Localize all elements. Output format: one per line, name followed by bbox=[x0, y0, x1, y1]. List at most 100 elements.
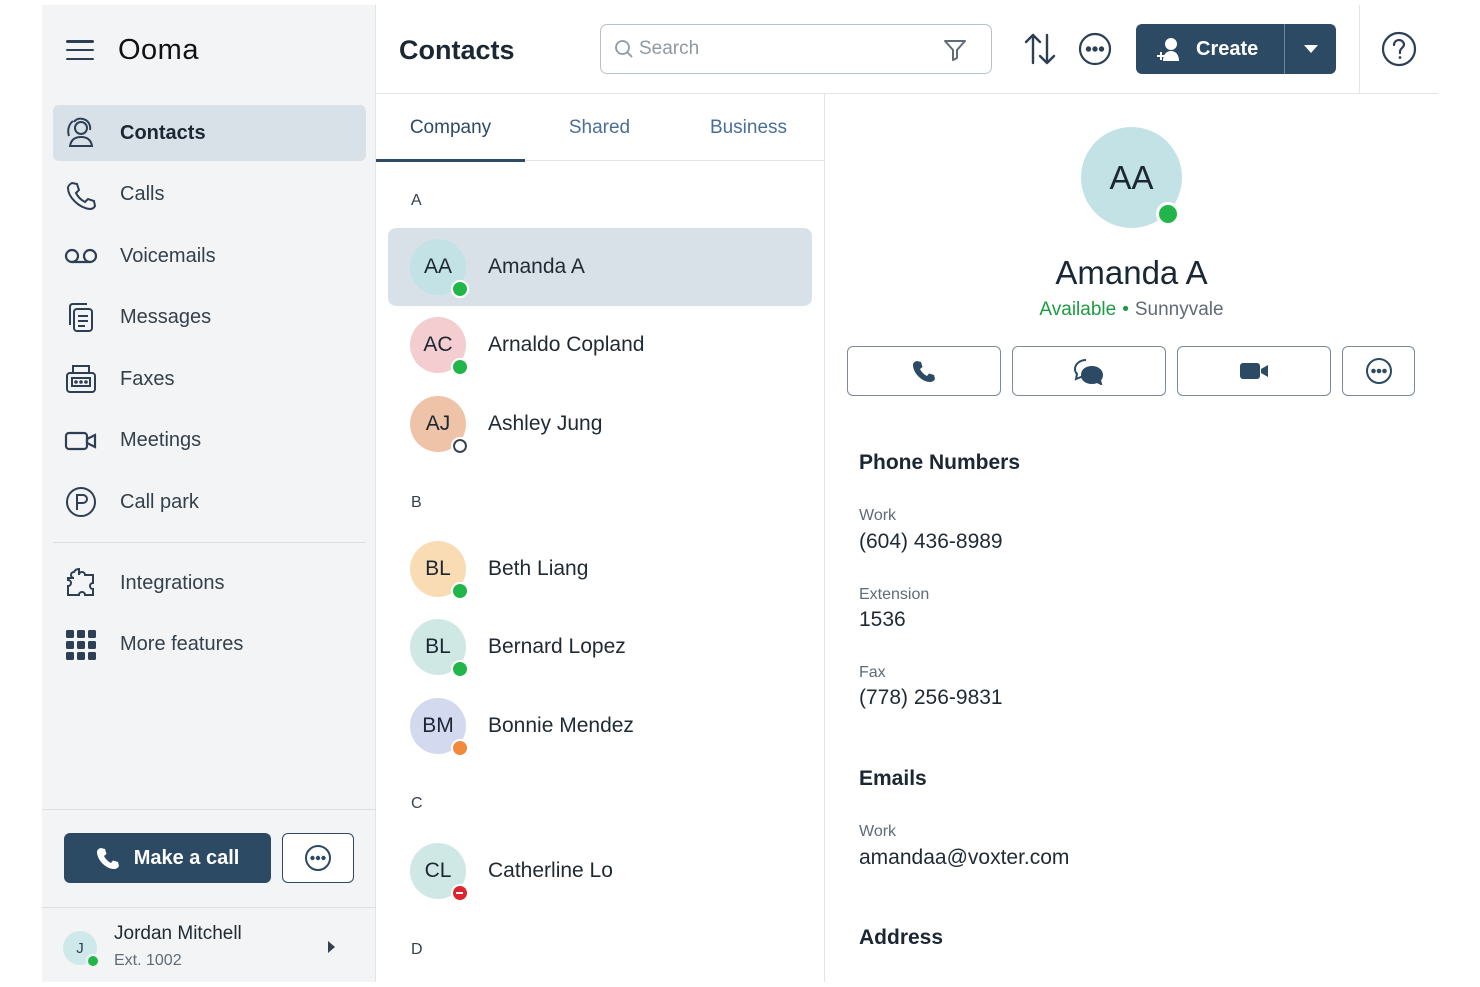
contact-row[interactable]: AA Amanda A bbox=[388, 228, 812, 306]
avatar-initials: AA bbox=[423, 255, 452, 278]
user-extension: Ext. 1002 bbox=[114, 952, 182, 969]
sidebar-item-faxes[interactable]: Faxes bbox=[53, 351, 366, 407]
avatar-initials: CL bbox=[424, 859, 452, 882]
contact-name: Amanda A bbox=[488, 255, 585, 278]
section-header: A bbox=[411, 192, 422, 209]
sidebar-item-label: Messages bbox=[120, 306, 212, 328]
sidebar-item-contacts[interactable]: Contacts bbox=[53, 105, 366, 161]
status-available-indicator bbox=[451, 582, 469, 600]
call-button[interactable] bbox=[847, 346, 1001, 396]
messages-icon bbox=[63, 300, 99, 336]
phone-icon bbox=[63, 177, 99, 213]
brand-logo: Ooma bbox=[118, 33, 199, 66]
status-offline-indicator bbox=[451, 437, 469, 455]
status-available-indicator bbox=[86, 954, 100, 968]
avatar: AJ bbox=[410, 396, 469, 455]
sidebar-item-more-features[interactable]: More features bbox=[53, 617, 366, 673]
email-value[interactable]: amandaa@voxter.com bbox=[859, 846, 1069, 870]
sidebar-item-voicemails[interactable]: Voicemails bbox=[53, 228, 366, 284]
create-dropdown-toggle[interactable] bbox=[1285, 45, 1336, 53]
tab-business[interactable]: Business bbox=[674, 94, 823, 161]
create-button[interactable]: Create bbox=[1136, 24, 1285, 74]
search-box[interactable] bbox=[600, 24, 992, 74]
contacts-icon bbox=[63, 115, 99, 151]
sidebar-item-label: Integrations bbox=[120, 571, 225, 594]
more-options-icon[interactable] bbox=[1078, 32, 1112, 66]
help-icon[interactable] bbox=[1381, 31, 1417, 67]
current-user-bar[interactable]: J Jordan Mitchell Ext. 1002 bbox=[42, 907, 376, 982]
sidebar-divider bbox=[53, 542, 366, 543]
contact-row[interactable]: AJ Ashley Jung bbox=[388, 385, 812, 463]
avatar: BL bbox=[410, 619, 469, 678]
extension-value: 1536 bbox=[859, 608, 906, 631]
work-phone-value[interactable]: (604) 436-8989 bbox=[859, 530, 1003, 554]
section-header: B bbox=[411, 494, 422, 511]
grid-icon bbox=[63, 627, 99, 663]
sidebar-item-meetings[interactable]: Meetings bbox=[53, 413, 366, 469]
avatar: BL bbox=[410, 541, 469, 600]
tab-shared[interactable]: Shared bbox=[525, 94, 674, 161]
fax-value: (778) 256-9831 bbox=[859, 686, 1003, 709]
video-call-button[interactable] bbox=[1177, 346, 1331, 396]
message-button[interactable] bbox=[1012, 346, 1166, 396]
more-options-icon bbox=[1365, 358, 1392, 384]
sidebar-item-label: Meetings bbox=[120, 429, 202, 451]
email-label: Work bbox=[859, 823, 897, 840]
sidebar-item-integrations[interactable]: Integrations bbox=[53, 555, 366, 611]
app-window: Ooma Contacts Calls Voicemails Messages … bbox=[42, 5, 1438, 982]
contact-name: Arnaldo Copland bbox=[488, 333, 645, 356]
status-do-not-disturb-indicator bbox=[451, 884, 469, 902]
status-available-indicator bbox=[451, 280, 469, 298]
sidebar-item-messages[interactable]: Messages bbox=[53, 290, 366, 346]
sidebar-item-label: Faxes bbox=[120, 367, 175, 390]
avatar: BM bbox=[410, 698, 469, 757]
status-separator: • bbox=[1122, 299, 1129, 320]
phone-numbers-heading: Phone Numbers bbox=[859, 451, 1021, 474]
sidebar-more-button[interactable] bbox=[282, 833, 354, 883]
sidebar-item-label: Voicemails bbox=[120, 244, 216, 267]
sidebar-item-calls[interactable]: Calls bbox=[53, 167, 366, 223]
location-text: Sunnyvale bbox=[1134, 299, 1224, 320]
avatar-initials: AC bbox=[423, 333, 453, 356]
header-divider bbox=[1359, 5, 1360, 94]
avatar: J bbox=[63, 931, 100, 968]
contact-list-pane: Company Shared Business A AA Amanda A AC… bbox=[376, 94, 825, 982]
contact-row[interactable]: CL Catherline Lo bbox=[388, 832, 812, 910]
create-split-button: Create bbox=[1136, 24, 1336, 74]
add-contact-icon bbox=[1157, 38, 1179, 61]
avatar-initials: AJ bbox=[425, 412, 451, 435]
filter-icon[interactable] bbox=[943, 38, 967, 62]
avatar: AA bbox=[410, 239, 469, 298]
contact-row[interactable]: AC Arnaldo Copland bbox=[388, 306, 812, 384]
contact-name-heading: Amanda A bbox=[1055, 254, 1208, 291]
chevron-right-icon[interactable] bbox=[328, 941, 335, 953]
sidebar-item-label: Call park bbox=[120, 490, 199, 513]
contact-row[interactable]: BL Beth Liang bbox=[388, 530, 812, 608]
tab-company[interactable]: Company bbox=[376, 94, 525, 162]
sidebar: Ooma Contacts Calls Voicemails Messages … bbox=[42, 5, 376, 982]
hamburger-menu-icon[interactable] bbox=[66, 40, 94, 60]
make-call-button[interactable]: Make a call bbox=[64, 833, 271, 883]
contact-row[interactable]: BM Bonnie Mendez bbox=[388, 687, 812, 765]
contact-name: Bernard Lopez bbox=[488, 635, 626, 658]
search-icon bbox=[615, 40, 633, 58]
search-input[interactable] bbox=[639, 35, 939, 63]
make-call-label: Make a call bbox=[133, 846, 240, 869]
fax-label: Fax bbox=[859, 664, 886, 681]
phone-icon bbox=[96, 848, 119, 869]
more-actions-button[interactable] bbox=[1342, 346, 1415, 396]
contact-row[interactable]: BL Bernard Lopez bbox=[388, 608, 812, 686]
emails-heading: Emails bbox=[859, 767, 927, 790]
address-heading: Address bbox=[859, 926, 944, 949]
sidebar-item-label: Contacts bbox=[120, 121, 206, 144]
contact-name: Catherline Lo bbox=[488, 859, 613, 882]
video-icon bbox=[1240, 363, 1268, 379]
avatar: AC bbox=[410, 317, 469, 376]
sidebar-item-call-park[interactable]: Call park bbox=[53, 474, 366, 530]
sidebar-item-label: Calls bbox=[120, 183, 165, 205]
top-header: Contacts Create bbox=[376, 5, 1438, 94]
avatar: CL bbox=[410, 843, 469, 902]
puzzle-icon bbox=[63, 565, 99, 601]
avatar-initials: AA bbox=[1109, 158, 1154, 196]
sort-icon[interactable] bbox=[1024, 32, 1056, 66]
